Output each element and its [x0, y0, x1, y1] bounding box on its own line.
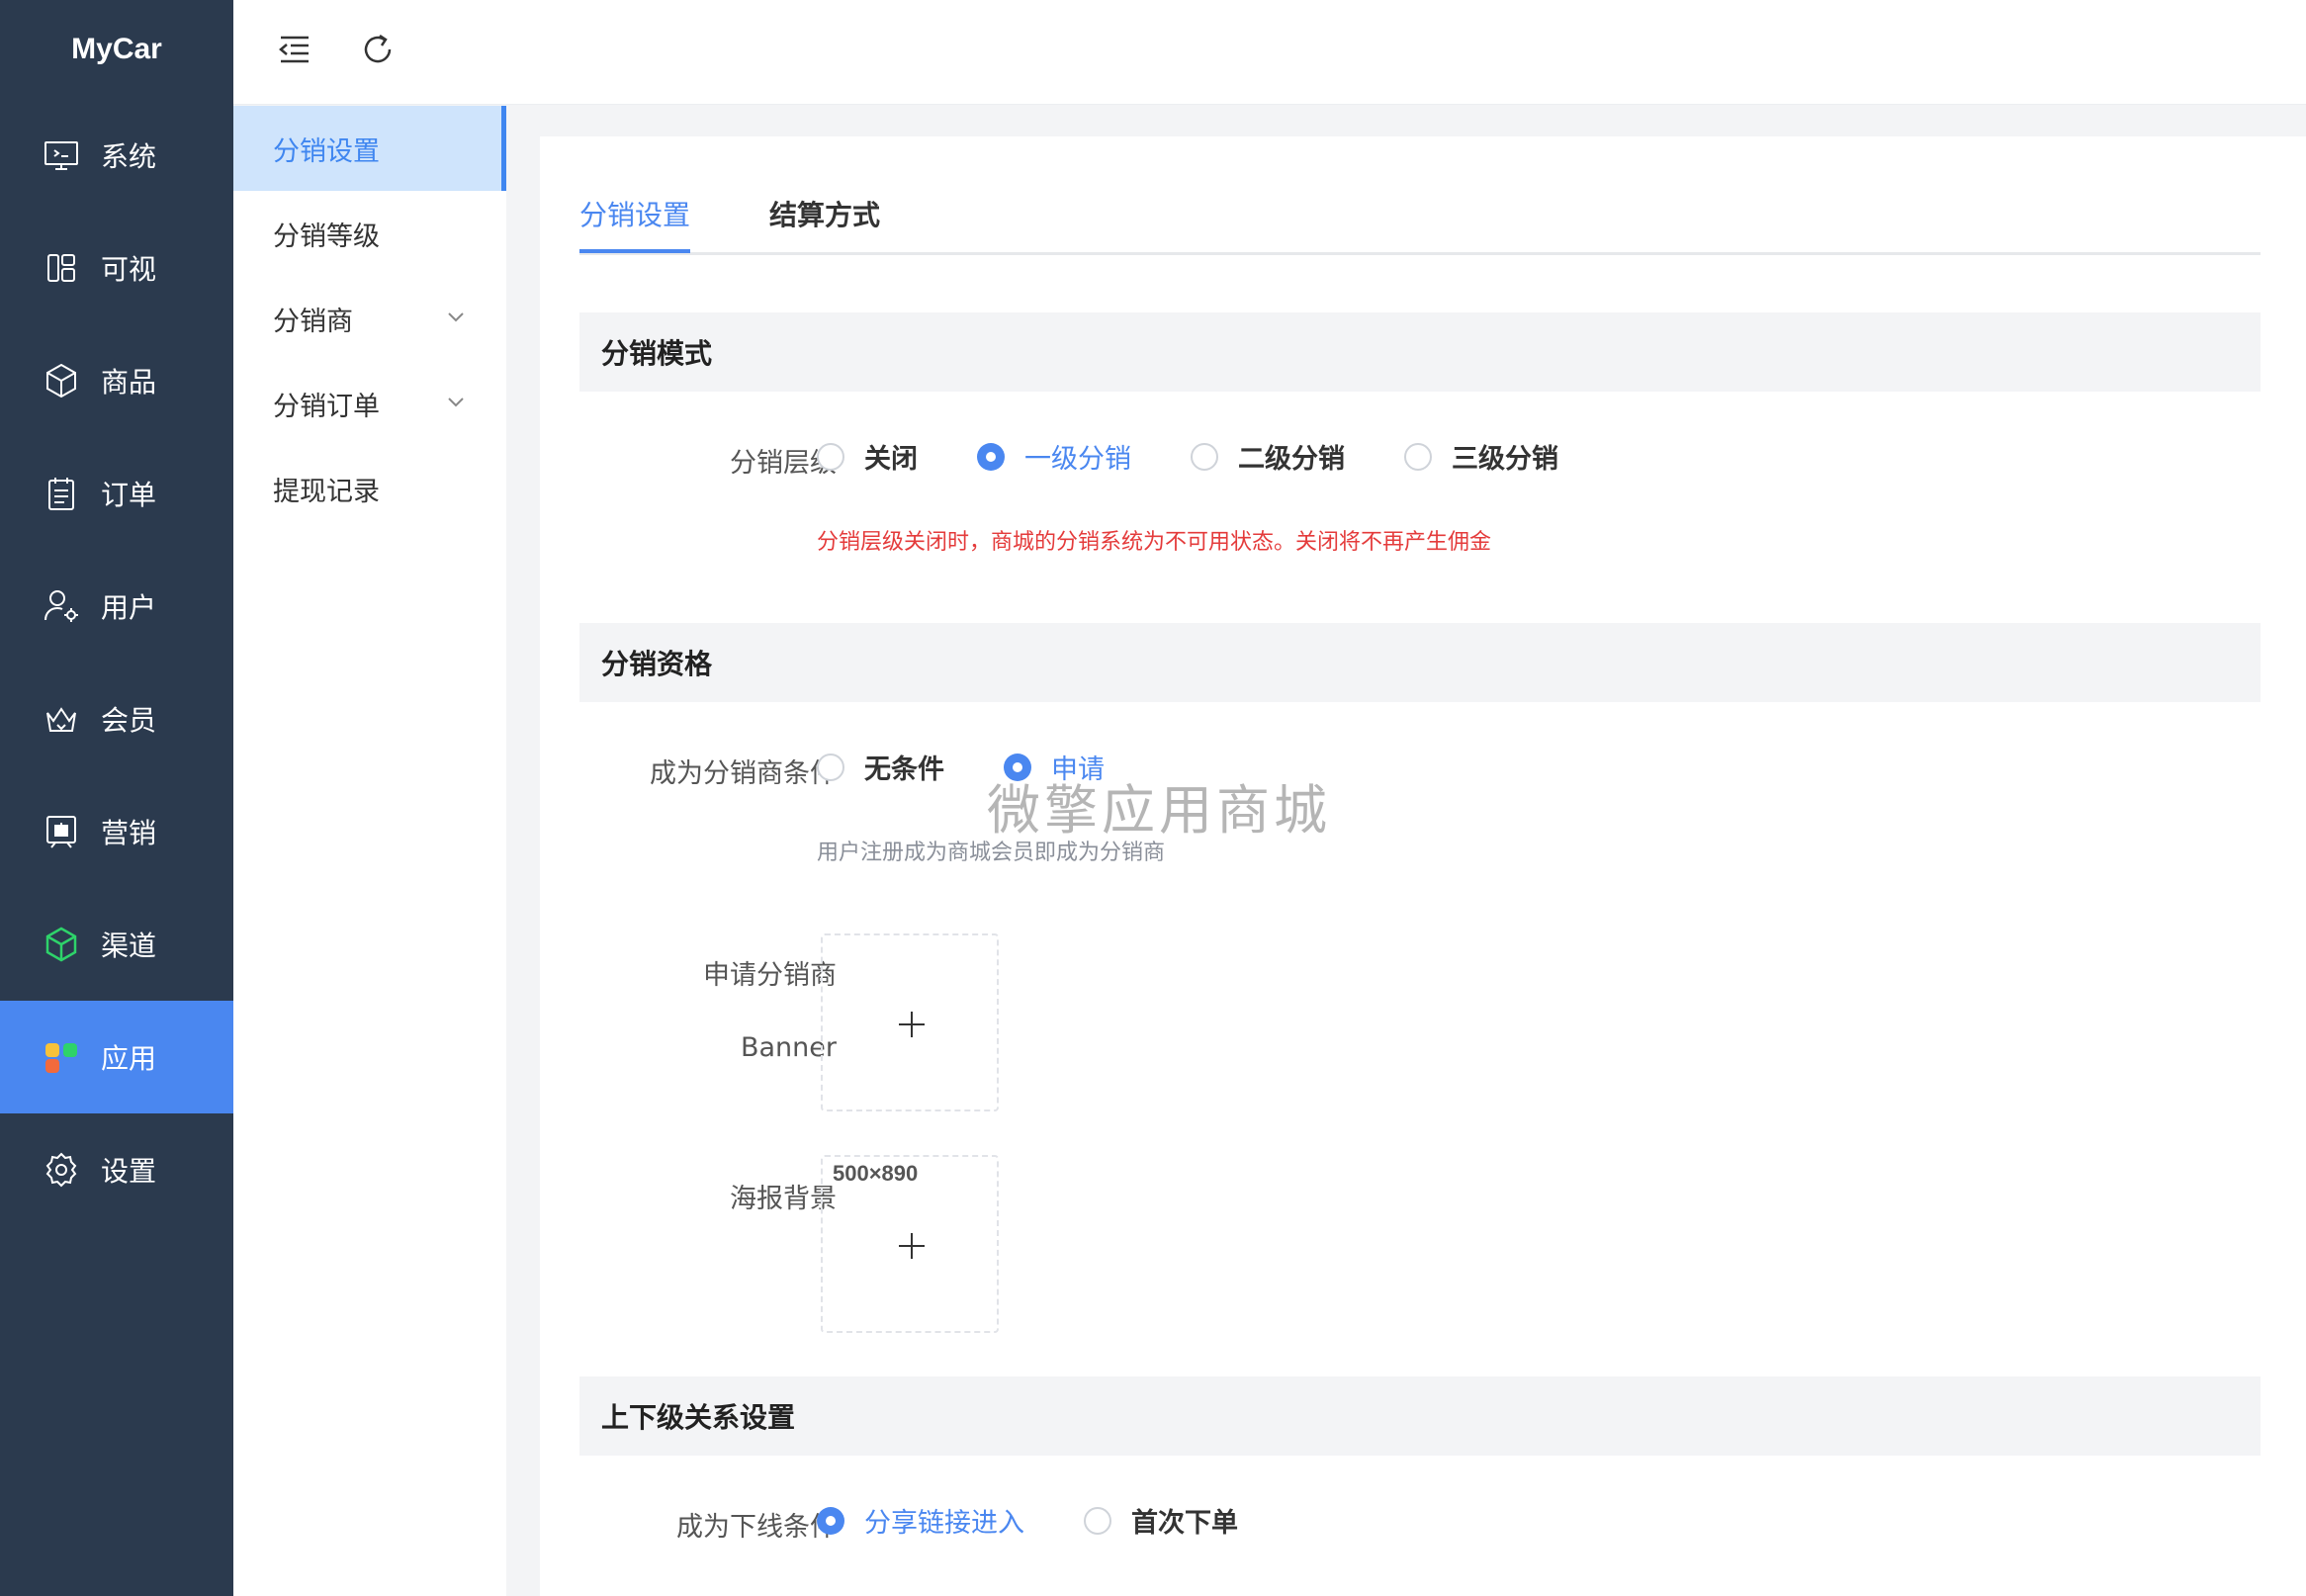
level-hint: 分销层级关闭时，商城的分销系统为不可用状态。关闭将不再产生佣金	[817, 530, 1492, 555]
submenu-item-distributors[interactable]: 分销商	[233, 276, 506, 361]
submenu-item-label: 分销设置	[273, 135, 380, 167]
sidebar-item-label: 系统	[101, 140, 157, 173]
submenu-item-withdrawals[interactable]: 提现记录	[233, 446, 506, 531]
sidebar-item-label: 设置	[101, 1155, 157, 1188]
sidebar-item-settings[interactable]: 设置	[0, 1113, 233, 1226]
radio-level-one[interactable]: 一级分销	[977, 437, 1131, 476]
submenu-item-distribution-orders[interactable]: 分销订单	[233, 361, 506, 446]
radio-circle	[1084, 1506, 1111, 1535]
section-title-qualification: 分销资格	[579, 623, 2261, 702]
sidebar-item-orders[interactable]: 订单	[0, 437, 233, 550]
settings-card: 分销设置 结算方式 分销模式 分销层级 关闭 一级分销 二级分销 三级分销 分销…	[540, 136, 2306, 1596]
app-logo: MyCar	[71, 33, 162, 65]
field-label-condition: 成为分销商条件	[650, 758, 837, 789]
sidebar-item-label: 应用	[101, 1042, 157, 1075]
gift-board-icon	[42, 812, 81, 851]
tab-bar: 分销设置 结算方式	[579, 136, 2261, 255]
tab-settlement-method[interactable]: 结算方式	[769, 194, 880, 249]
sidebar-item-users[interactable]: 用户	[0, 550, 233, 663]
poster-size-label: 500×890	[833, 1161, 919, 1186]
cube-icon	[42, 925, 81, 964]
poster-upload[interactable]: 500×890	[821, 1155, 999, 1333]
radio-circle	[817, 753, 844, 781]
field-label-banner: 申请分销商	[703, 960, 837, 991]
submenu-item-label: 提现记录	[273, 476, 380, 507]
plus-icon	[897, 1231, 927, 1261]
chevron-down-icon	[445, 304, 467, 334]
main-sidebar: MyCar 系统 可视 商品 订单 用户 会员 营销 渠道 应用 设置	[0, 0, 233, 1596]
sidebar-item-label: 用户	[101, 591, 157, 624]
radio-first-order[interactable]: 首次下单	[1084, 1501, 1238, 1540]
submenu-item-label: 分销等级	[273, 221, 380, 252]
sidebar-item-label: 商品	[101, 366, 157, 399]
refresh-icon[interactable]	[356, 28, 399, 71]
box-icon	[42, 361, 81, 400]
field-label-banner-sub: Banner	[740, 1032, 837, 1063]
monitor-icon	[42, 135, 81, 175]
clipboard-icon	[42, 474, 81, 513]
sidebar-item-label: 营销	[101, 817, 157, 849]
section-title-relation: 上下级关系设置	[579, 1376, 2261, 1456]
submenu-item-distribution-settings[interactable]: 分销设置	[233, 106, 506, 191]
submenu-item-distribution-levels[interactable]: 分销等级	[233, 191, 506, 276]
sidebar-item-marketing[interactable]: 营销	[0, 775, 233, 888]
sidebar-item-channels[interactable]: 渠道	[0, 888, 233, 1001]
radio-no-condition[interactable]: 无条件	[817, 748, 944, 786]
secondary-menu: 分销设置 分销等级 分销商 分销订单 提现记录	[233, 106, 506, 1596]
layout-icon	[42, 248, 81, 288]
sidebar-item-label: 可视	[101, 253, 157, 286]
user-settings-icon	[42, 586, 81, 626]
radio-circle-checked	[977, 442, 1005, 471]
level-radio-group: 关闭 一级分销 二级分销 三级分销	[817, 437, 1618, 476]
radio-circle	[1404, 442, 1432, 471]
sidebar-item-visual[interactable]: 可视	[0, 212, 233, 324]
submenu-item-label: 分销商	[273, 306, 353, 337]
section-title-mode: 分销模式	[579, 312, 2261, 392]
radio-circle	[1191, 442, 1218, 471]
chevron-down-icon	[445, 389, 467, 419]
top-header	[233, 0, 2306, 105]
sidebar-item-label: 渠道	[101, 930, 157, 962]
radio-share-link[interactable]: 分享链接进入	[817, 1501, 1024, 1540]
plus-icon	[897, 1010, 927, 1039]
tab-distribution-settings[interactable]: 分销设置	[579, 194, 691, 253]
banner-upload[interactable]	[821, 933, 999, 1111]
radio-level-off[interactable]: 关闭	[817, 437, 918, 476]
crown-icon	[42, 699, 81, 739]
radio-circle	[817, 442, 844, 471]
sidebar-item-apps[interactable]: 应用	[0, 1001, 233, 1113]
sidebar-item-label: 会员	[101, 704, 157, 737]
watermark-text: 微擎应用商城	[987, 779, 1331, 842]
field-label-poster: 海报背景	[730, 1184, 837, 1214]
radio-level-two[interactable]: 二级分销	[1191, 437, 1345, 476]
downline-radio-group: 分享链接进入 首次下单	[817, 1501, 1297, 1540]
submenu-item-label: 分销订单	[273, 391, 380, 422]
collapse-menu-icon[interactable]	[273, 28, 316, 71]
sidebar-item-goods[interactable]: 商品	[0, 324, 233, 437]
gear-icon	[42, 1150, 81, 1190]
sidebar-item-label: 订单	[101, 479, 157, 511]
sidebar-item-members[interactable]: 会员	[0, 663, 233, 775]
field-label-level: 分销层级	[730, 448, 837, 479]
field-label-downline: 成为下线条件	[676, 1512, 837, 1543]
sidebar-item-system[interactable]: 系统	[0, 99, 233, 212]
apps-icon	[42, 1037, 81, 1077]
radio-circle-checked	[817, 1506, 844, 1535]
radio-level-three[interactable]: 三级分销	[1404, 437, 1558, 476]
